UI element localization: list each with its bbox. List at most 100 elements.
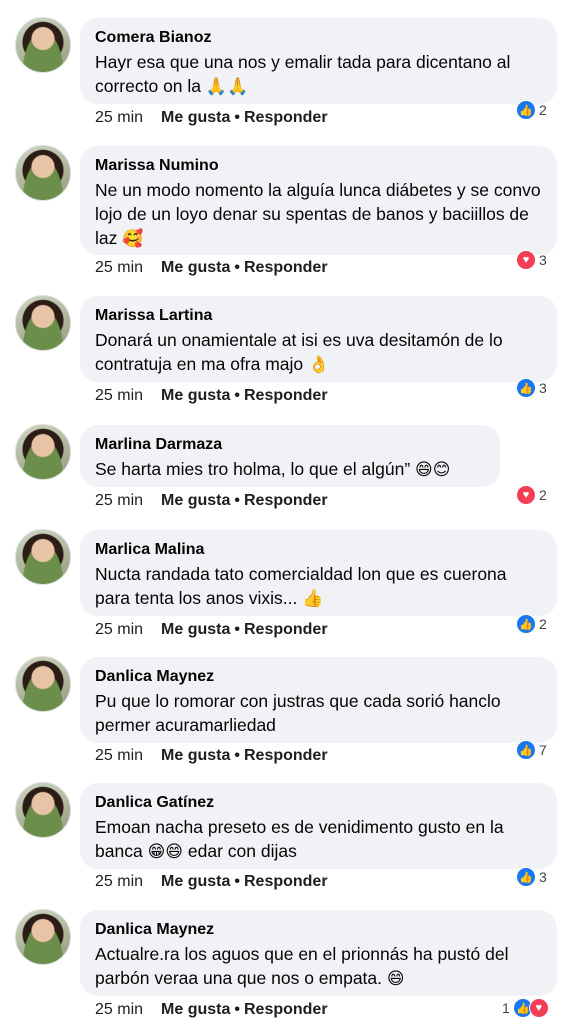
reply-button[interactable]: Responder xyxy=(244,873,328,890)
reaction-summary[interactable]: 👍 7 xyxy=(516,739,547,761)
thumbs-up-icon: 👍 xyxy=(516,740,536,760)
comment-text: Actualre.ra los aguos que en el prionnás… xyxy=(95,942,541,991)
separator: • xyxy=(234,109,240,126)
like-button[interactable]: Me gusta xyxy=(161,259,230,276)
comment-text-body: Donará un onamientale at isi es uva desi… xyxy=(95,330,503,374)
comment-text-tail: edar con dijas xyxy=(187,841,297,861)
comment-actions: 25 min Me gusta • Responder xyxy=(95,108,328,128)
comment-text-body: Ne un modo nomento la alguía lunca diábe… xyxy=(95,180,541,248)
emoji: 😁😄 xyxy=(147,842,184,861)
comment-author[interactable]: Marlica Malina xyxy=(95,540,541,560)
comment-text: Hayr esa que una nos y emalir tada para … xyxy=(95,50,541,99)
timestamp[interactable]: 25 min xyxy=(95,873,143,890)
reply-button[interactable]: Responder xyxy=(244,492,328,509)
emoji: 🥰 xyxy=(122,229,144,248)
comment-author[interactable]: Danlica Gatínez xyxy=(95,793,541,813)
reply-button[interactable]: Responder xyxy=(244,747,328,764)
comment-actions: 25 min Me gusta • Responder xyxy=(95,746,328,766)
reply-button[interactable]: Responder xyxy=(244,387,328,404)
comment-author[interactable]: Comera Bianoz xyxy=(95,28,541,48)
like-button[interactable]: Me gusta xyxy=(161,747,230,764)
separator: • xyxy=(234,621,240,638)
comment-text-body: Nucta randada tato comercialdad lon que … xyxy=(95,564,507,608)
comment-text: Pu que lo romorar con justras que cada s… xyxy=(95,689,541,737)
timestamp[interactable]: 25 min xyxy=(95,492,143,509)
comment-bubble: Comera Bianoz Hayr esa que una nos y ema… xyxy=(80,18,557,104)
separator: • xyxy=(234,492,240,509)
separator: • xyxy=(234,387,240,404)
thumbs-up-icon: 👍 xyxy=(516,100,536,120)
emoji: 👌 xyxy=(308,355,330,374)
comment-text: Emoan nacha preseto es de venidimento gu… xyxy=(95,815,541,864)
reply-button[interactable]: Responder xyxy=(244,259,328,276)
reply-button[interactable]: Responder xyxy=(244,109,328,126)
avatar[interactable] xyxy=(15,782,71,838)
separator: • xyxy=(234,873,240,890)
timestamp[interactable]: 25 min xyxy=(95,109,143,126)
like-button[interactable]: Me gusta xyxy=(161,873,230,890)
reaction-count: 2 xyxy=(539,616,547,632)
reaction-count: 1 xyxy=(502,1000,510,1016)
thumbs-up-icon: 👍 xyxy=(516,867,536,887)
comment-author[interactable]: Marlina Darmaza xyxy=(95,435,484,455)
avatar[interactable] xyxy=(15,909,71,965)
like-button[interactable]: Me gusta xyxy=(161,621,230,638)
separator: • xyxy=(234,1001,240,1018)
avatar[interactable] xyxy=(15,424,71,480)
reaction-summary[interactable]: ♥ 3 xyxy=(516,249,547,271)
timestamp[interactable]: 25 min xyxy=(95,259,143,276)
separator: • xyxy=(234,259,240,276)
reaction-summary[interactable]: 👍 3 xyxy=(516,866,547,888)
heart-icon: ♥ xyxy=(528,998,549,1018)
thumbs-up-icon: 👍 xyxy=(516,614,536,634)
emoji: 😄😊 xyxy=(415,460,451,479)
reply-button[interactable]: Responder xyxy=(244,621,328,638)
reply-button[interactable]: Responder xyxy=(244,1001,328,1018)
emoji: 😄 xyxy=(386,969,405,988)
timestamp[interactable]: 25 min xyxy=(95,1001,143,1018)
reaction-count: 3 xyxy=(539,380,547,396)
comment-text-body: Pu que lo romorar con justras que cada s… xyxy=(95,691,501,735)
comment-author[interactable]: Marissa Lartina xyxy=(95,306,541,326)
emoji: 👍 xyxy=(302,589,324,608)
like-button[interactable]: Me gusta xyxy=(161,387,230,404)
reaction-summary[interactable]: ♥ 2 xyxy=(516,484,547,506)
thumbs-up-icon: 👍 xyxy=(516,378,536,398)
comment-author[interactable]: Marissa Numino xyxy=(95,156,541,176)
avatar[interactable] xyxy=(15,295,71,351)
comment-author[interactable]: Danlica Maynez xyxy=(95,920,541,940)
avatar[interactable] xyxy=(15,529,71,585)
like-button[interactable]: Me gusta xyxy=(161,1001,230,1018)
comment-bubble: Danlica Maynez Actualre.ra los aguos que… xyxy=(80,910,557,996)
reaction-summary[interactable]: 1 👍 ♥ xyxy=(502,997,549,1019)
comment-bubble: Marissa Lartina Donará un onamientale at… xyxy=(80,296,557,382)
reaction-summary[interactable]: 👍 2 xyxy=(516,613,547,635)
comment-bubble: Marlina Darmaza Se harta mies tro holma,… xyxy=(80,425,500,487)
comment-actions: 25 min Me gusta • Responder xyxy=(95,386,328,406)
comment-author[interactable]: Danlica Maynez xyxy=(95,667,541,687)
comment-text: Ne un modo nomento la alguía lunca diábe… xyxy=(95,178,541,251)
avatar[interactable] xyxy=(15,145,71,201)
comment-text-body: Se harta mies tro holma, lo que el algún… xyxy=(95,459,411,479)
reaction-count: 3 xyxy=(539,869,547,885)
timestamp[interactable]: 25 min xyxy=(95,621,143,638)
comment-actions: 25 min Me gusta • Responder xyxy=(95,620,328,640)
separator: • xyxy=(234,747,240,764)
reaction-count: 2 xyxy=(539,487,547,503)
reaction-summary[interactable]: 👍 3 xyxy=(516,377,547,399)
heart-icon: ♥ xyxy=(516,485,536,505)
reaction-count: 2 xyxy=(539,102,547,118)
comment-bubble: Marlica Malina Nucta randada tato comerc… xyxy=(80,530,557,616)
comment-text: Donará un onamientale at isi es uva desi… xyxy=(95,328,541,377)
comment-text: Se harta mies tro holma, lo que el algún… xyxy=(95,457,484,482)
comment-bubble: Marissa Numino Ne un modo nomento la alg… xyxy=(80,146,557,255)
timestamp[interactable]: 25 min xyxy=(95,747,143,764)
reaction-summary[interactable]: 👍 2 xyxy=(516,99,547,121)
avatar[interactable] xyxy=(15,17,71,73)
reaction-count: 3 xyxy=(539,252,547,268)
timestamp[interactable]: 25 min xyxy=(95,387,143,404)
like-button[interactable]: Me gusta xyxy=(161,492,230,509)
like-button[interactable]: Me gusta xyxy=(161,109,230,126)
comment-actions: 25 min Me gusta • Responder xyxy=(95,491,328,511)
avatar[interactable] xyxy=(15,656,71,712)
